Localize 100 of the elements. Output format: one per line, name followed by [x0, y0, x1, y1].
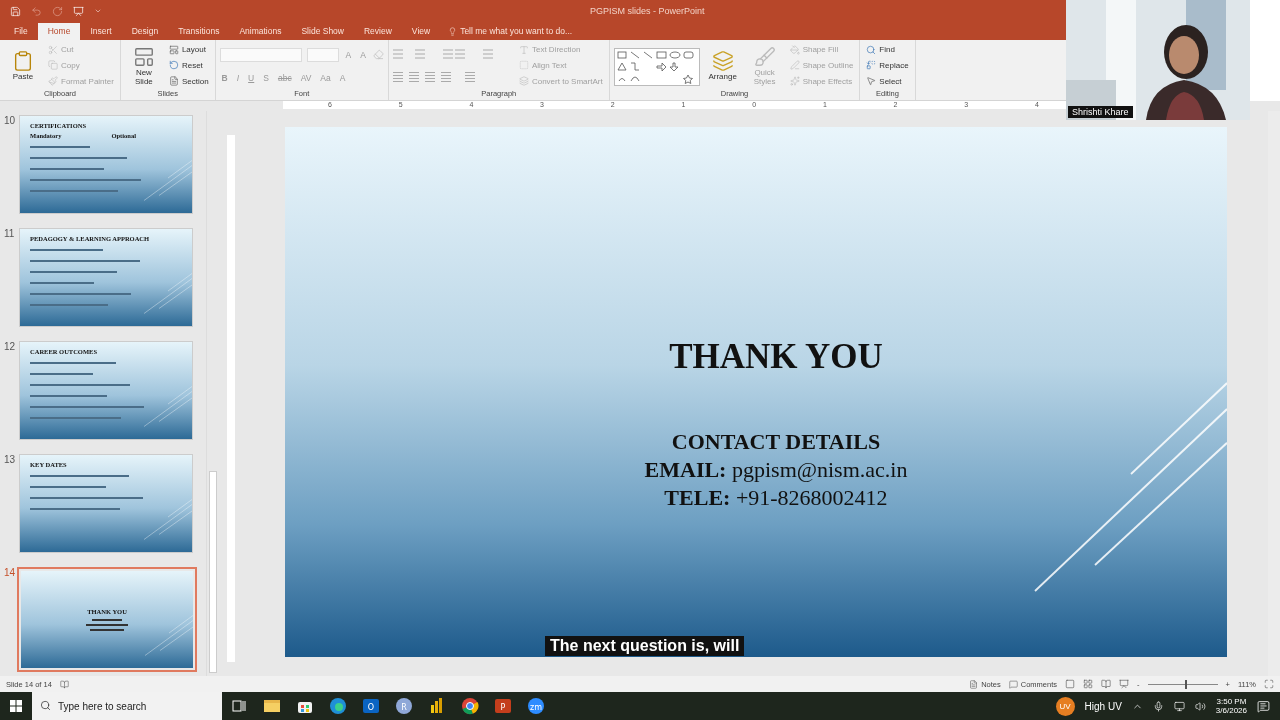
taskbar-app[interactable]: R: [387, 692, 420, 720]
pointer-icon: [866, 76, 877, 87]
ribbon-tab[interactable]: View: [401, 23, 441, 40]
speaker-icon: [1194, 700, 1206, 712]
reset-icon: [168, 60, 179, 71]
format-button[interactable]: A: [337, 73, 348, 84]
slide-number: 11: [4, 228, 16, 241]
microphone-icon: [1152, 700, 1164, 712]
pen-icon: [789, 60, 800, 71]
layout-icon: [168, 44, 179, 55]
ribbon-button[interactable]: Paste: [4, 49, 42, 82]
search-field[interactable]: Type here to search: [32, 692, 222, 720]
browser-icon: [328, 697, 347, 715]
slide-icon: [132, 45, 155, 68]
folder-icon: [262, 697, 281, 715]
search-icon: [866, 44, 877, 55]
search-icon: [40, 700, 51, 711]
slideshow-icon: [1119, 679, 1130, 689]
grid-view-icon: [1083, 679, 1094, 689]
video-app-icon: zm: [526, 697, 545, 715]
reading-view-icon: [1101, 679, 1112, 689]
smartart-icon: [518, 76, 529, 87]
clock-time: 3:50 PM: [1216, 697, 1247, 706]
caption: The next question is, will: [545, 636, 745, 656]
ribbon-tab[interactable]: Slide Show: [291, 23, 354, 40]
font-name-field[interactable]: [219, 47, 302, 62]
ribbon-tab[interactable]: Transitions: [168, 23, 230, 40]
mail-app-icon: O: [361, 697, 380, 715]
ribbon-button[interactable]: Layout: [166, 44, 211, 55]
font-size-button[interactable]: A: [358, 49, 368, 60]
section-icon: [168, 76, 179, 87]
spelling-icon: [59, 679, 69, 689]
ribbon-tab[interactable]: Design: [121, 23, 169, 40]
slide-number: 14: [4, 567, 16, 580]
weather-badge: UV: [1055, 696, 1075, 716]
format-button[interactable]: S: [261, 73, 271, 84]
format-button[interactable]: B: [219, 73, 230, 84]
contact-line: CONTACT DETAILS: [671, 429, 881, 455]
window-title: PGPISM slides - PowerPoint: [590, 6, 705, 16]
ribbon-button[interactable]: Replace: [864, 60, 911, 71]
fit-icon: [1264, 679, 1274, 689]
slide-number: 10: [4, 115, 16, 128]
slide-title: THANK YOU: [669, 337, 883, 377]
align-text-icon: [518, 60, 529, 71]
ribbon-button[interactable]: Arrange: [703, 49, 742, 82]
styles-icon: [753, 45, 776, 68]
taskbar-app[interactable]: P: [486, 692, 519, 720]
ribbon-tab[interactable]: Animations: [229, 23, 292, 40]
paintbrush-icon: [48, 76, 58, 87]
ribbon-button[interactable]: Reset: [166, 60, 211, 71]
font-size-field[interactable]: [306, 47, 339, 62]
taskbar-app[interactable]: zm: [519, 692, 552, 720]
ribbon-tab[interactable]: Insert: [80, 23, 122, 40]
notes-icon: [969, 679, 979, 689]
slide-number: 13: [4, 454, 16, 467]
comment-icon: [1008, 679, 1018, 689]
text-direction-icon: [518, 44, 529, 55]
clock-date: 3/6/2026: [1215, 706, 1247, 715]
ribbon-button[interactable]: New Slide: [124, 44, 163, 87]
customize-icon: [94, 7, 102, 15]
redo-icon: [52, 5, 63, 17]
participant-name: Shrishti Khare: [1068, 106, 1133, 118]
ribbon-tab[interactable]: File: [4, 23, 38, 40]
format-button[interactable]: U: [246, 73, 257, 84]
format-button[interactable]: Aa: [318, 73, 333, 84]
app-icon: R: [394, 697, 413, 715]
clipboard-icon: [12, 50, 34, 72]
normal-view-icon: [1065, 679, 1076, 689]
arrange-icon: [711, 50, 734, 72]
ribbon-button[interactable]: Find: [864, 44, 911, 55]
copy-icon: [48, 60, 58, 71]
ribbon-button[interactable]: Section: [166, 76, 211, 87]
eraser-icon: [372, 49, 384, 61]
format-button[interactable]: I: [234, 73, 242, 84]
tell-me-field[interactable]: Tell me what you want to do...: [440, 26, 573, 40]
shapes-gallery[interactable]: [613, 47, 700, 86]
ribbon-tab[interactable]: Home: [37, 23, 81, 40]
slide-number: 12: [4, 341, 16, 354]
browser-icon: [460, 697, 479, 715]
network-icon: [1173, 700, 1185, 712]
format-button[interactable]: abc: [275, 73, 294, 84]
scissors-icon: [48, 44, 58, 55]
zoom-slider-thumb[interactable]: [1185, 679, 1188, 689]
replace-icon: [866, 60, 877, 71]
contact-line: TELE: +91-8268002412: [664, 485, 888, 511]
format-button[interactable]: AV: [298, 73, 314, 84]
lightbulb-icon: [448, 26, 458, 36]
taskbar-app[interactable]: O: [354, 692, 387, 720]
notification-icon: [1257, 699, 1270, 713]
presentation-app-icon: P: [493, 697, 512, 715]
undo-icon: [31, 5, 42, 17]
ribbon-button[interactable]: Select: [864, 76, 911, 87]
ribbon-tab[interactable]: Review: [354, 23, 402, 40]
effects-icon: [789, 76, 800, 87]
presentation-icon: [73, 5, 84, 17]
windows-icon: [10, 700, 22, 712]
font-size-button[interactable]: A: [343, 49, 354, 60]
task-view-icon: [229, 697, 248, 715]
paint-bucket-icon: [789, 44, 800, 55]
contact-line: EMAIL: pgpism@nism.ac.in: [644, 457, 908, 483]
